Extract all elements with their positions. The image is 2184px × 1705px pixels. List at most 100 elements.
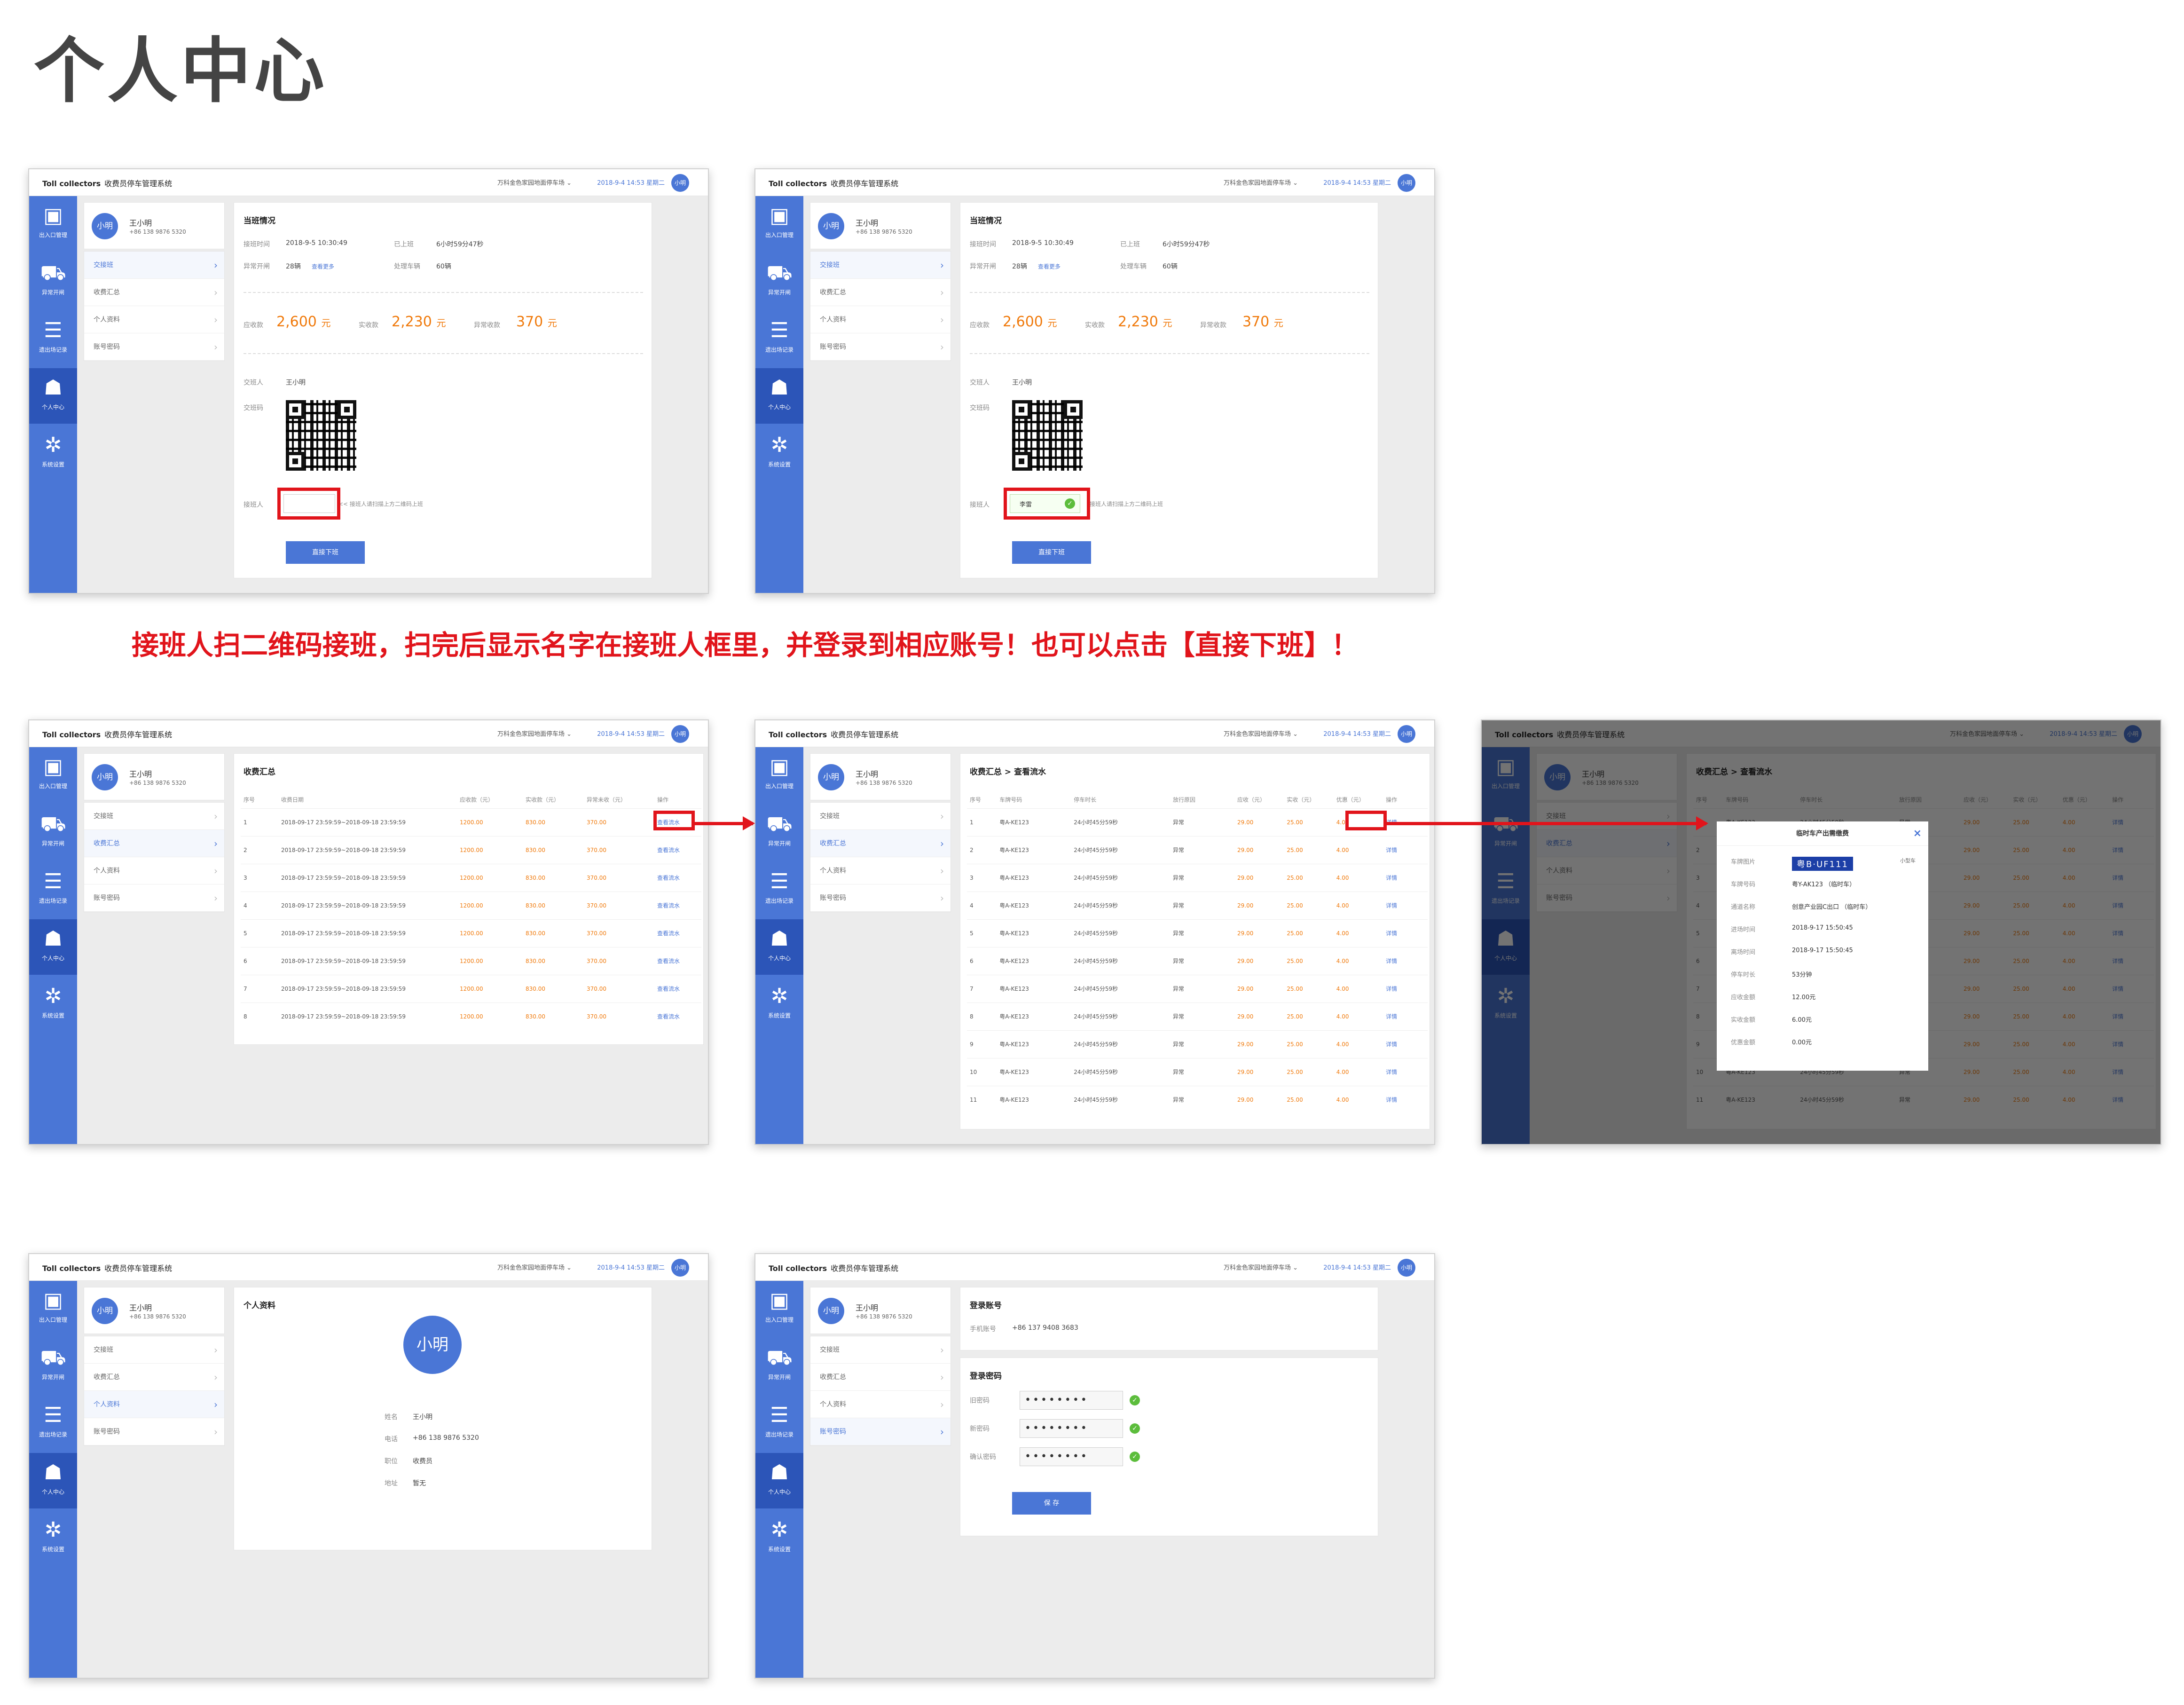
menu-item-3[interactable]: 账号密码› xyxy=(810,333,951,361)
menu-item-3[interactable]: 账号密码› xyxy=(84,884,224,912)
page-title: 个人中心 xyxy=(34,31,328,112)
offduty-button[interactable]: 直接下班 xyxy=(1012,541,1091,564)
view-more-link[interactable]: 查看更多 xyxy=(1038,262,1061,270)
menu-item-0[interactable]: 交接班› xyxy=(84,803,224,830)
menu-item-1[interactable]: 收费汇总› xyxy=(810,1364,951,1391)
detail-link[interactable]: 详情 xyxy=(1383,836,1428,864)
sidebar-item-4[interactable]: ✲ 系统设置 xyxy=(755,426,803,481)
menu-item-2[interactable]: 个人资料› xyxy=(810,306,951,333)
location-select[interactable]: 万科金色家园地面停车场 ⌄ xyxy=(1224,1263,1298,1271)
column-header: 应收款（元） xyxy=(460,797,494,804)
password-field[interactable]: •••••••• xyxy=(1020,1391,1123,1410)
sidebar-item-1[interactable]: ⛟ 异常开闸 xyxy=(755,1338,803,1394)
detail-link[interactable]: 详情 xyxy=(1383,974,1428,1002)
menu-item-3[interactable]: 账号密码› xyxy=(84,1418,224,1445)
location-select[interactable]: 万科金色家园地面停车场 ⌄ xyxy=(1224,729,1298,738)
view-flow-link[interactable]: 查看流水 xyxy=(654,919,701,947)
sidebar-item-2[interactable]: ☰ 遗出场记录 xyxy=(29,1396,77,1451)
menu-item-1[interactable]: 收费汇总› xyxy=(810,830,951,857)
detail-link[interactable]: 详情 xyxy=(1383,1030,1428,1058)
sidebar-item-3[interactable]: ☗ 个人中心 xyxy=(29,368,77,424)
column-header: 停车时长 xyxy=(1074,797,1097,804)
menu-item-1[interactable]: 收费汇总› xyxy=(84,1364,224,1391)
menu-item-3[interactable]: 账号密码› xyxy=(810,884,951,912)
avatar[interactable]: 小明 xyxy=(1398,725,1415,743)
menu-item-0[interactable]: 交接班› xyxy=(810,803,951,830)
sidebar-item-3[interactable]: ☗ 个人中心 xyxy=(29,1453,77,1508)
view-flow-link[interactable]: 查看流水 xyxy=(654,974,701,1002)
sidebar-item-1[interactable]: ⛟ 异常开闸 xyxy=(755,253,803,309)
sidebar-item-4[interactable]: ✲ 系统设置 xyxy=(755,977,803,1032)
plate-image: 粤B·UF111 xyxy=(1792,857,1853,871)
password-field[interactable]: •••••••• xyxy=(1020,1419,1123,1438)
close-icon[interactable]: × xyxy=(1913,821,1922,846)
menu-item-3[interactable]: 账号密码› xyxy=(84,333,224,361)
location-select[interactable]: 万科金色家园地面停车场 ⌄ xyxy=(497,1263,572,1271)
avatar[interactable]: 小明 xyxy=(1398,174,1415,192)
sidebar-item-0[interactable]: ▣ 出入口管理 xyxy=(29,1281,77,1336)
sidebar-item-4[interactable]: ✲ 系统设置 xyxy=(755,1510,803,1566)
sidebar-item-2[interactable]: ☰ 遗出场记录 xyxy=(29,862,77,917)
view-flow-link[interactable]: 查看流水 xyxy=(654,836,701,864)
sidebar-item-1[interactable]: ⛟ 异常开闸 xyxy=(29,1338,77,1394)
sidebar-item-2[interactable]: ☰ 遗出场记录 xyxy=(29,311,77,366)
avatar[interactable]: 小明 xyxy=(671,725,689,743)
view-flow-link[interactable]: 查看流水 xyxy=(654,891,701,919)
worked-time: 6小时59分47秒 xyxy=(436,241,484,248)
sidebar-item-0[interactable]: ▣ 出入口管理 xyxy=(755,1281,803,1336)
sidebar-item-0[interactable]: ▣ 出入口管理 xyxy=(29,196,77,252)
sidebar-item-1[interactable]: ⛟ 异常开闸 xyxy=(755,805,803,860)
sidebar-item-0[interactable]: ▣ 出入口管理 xyxy=(755,747,803,803)
menu-item-2[interactable]: 个人资料› xyxy=(84,306,224,333)
sidebar-item-3[interactable]: ☗ 个人中心 xyxy=(755,919,803,975)
password-field[interactable]: •••••••• xyxy=(1020,1447,1123,1466)
view-flow-link[interactable]: 查看流水 xyxy=(654,1002,701,1030)
sidebar-item-2[interactable]: ☰ 遗出场记录 xyxy=(755,862,803,917)
menu-item-1[interactable]: 收费汇总› xyxy=(84,830,224,857)
sidebar-item-4[interactable]: ✲ 系统设置 xyxy=(29,426,77,481)
detail-link[interactable]: 详情 xyxy=(1383,1058,1428,1086)
sidebar-item-4[interactable]: ✲ 系统设置 xyxy=(29,1510,77,1566)
menu-item-3[interactable]: 账号密码› xyxy=(810,1418,951,1445)
avatar[interactable]: 小明 xyxy=(671,1259,689,1277)
detail-link[interactable]: 详情 xyxy=(1383,1002,1428,1030)
avatar[interactable]: 小明 xyxy=(1398,1259,1415,1277)
offduty-button[interactable]: 直接下班 xyxy=(286,541,365,564)
sidebar-item-2[interactable]: ☰ 遗出场记录 xyxy=(755,311,803,366)
sidebar-item-1[interactable]: ⛟ 异常开闸 xyxy=(29,253,77,309)
menu-item-2[interactable]: 个人资料› xyxy=(810,1391,951,1418)
menu-item-1[interactable]: 收费汇总› xyxy=(84,279,224,306)
menu-item-2[interactable]: 个人资料› xyxy=(84,1391,224,1418)
view-more-link[interactable]: 查看更多 xyxy=(312,262,334,270)
sidebar-item-2[interactable]: ☰ 遗出场记录 xyxy=(755,1396,803,1451)
sidebar-item-3[interactable]: ☗ 个人中心 xyxy=(755,1453,803,1508)
avatar: 小明 xyxy=(818,764,844,790)
car-type-select[interactable]: 小型车 xyxy=(1900,857,1916,864)
detail-link[interactable]: 详情 xyxy=(1383,891,1428,919)
menu-item-1[interactable]: 收费汇总› xyxy=(810,279,951,306)
detail-link[interactable]: 详情 xyxy=(1383,1085,1428,1113)
menu-item-0[interactable]: 交接班› xyxy=(84,252,224,279)
sidebar-item-3[interactable]: ☗ 个人中心 xyxy=(755,368,803,424)
save-button[interactable]: 保 存 xyxy=(1012,1492,1091,1515)
view-flow-link[interactable]: 查看流水 xyxy=(654,947,701,975)
detail-link[interactable]: 详情 xyxy=(1383,947,1428,975)
menu-item-0[interactable]: 交接班› xyxy=(84,1336,224,1364)
menu-item-2[interactable]: 个人资料› xyxy=(810,857,951,884)
sidebar-item-4[interactable]: ✲ 系统设置 xyxy=(29,977,77,1032)
avatar[interactable]: 小明 xyxy=(671,174,689,192)
sidebar-item-0[interactable]: ▣ 出入口管理 xyxy=(29,747,77,803)
sidebar-item-0[interactable]: ▣ 出入口管理 xyxy=(755,196,803,252)
sidebar-item-3[interactable]: ☗ 个人中心 xyxy=(29,919,77,975)
sidebar-item-1[interactable]: ⛟ 异常开闸 xyxy=(29,805,77,860)
location-select[interactable]: 万科金色家园地面停车场 ⌄ xyxy=(497,729,572,738)
menu-item-2[interactable]: 个人资料› xyxy=(84,857,224,884)
location-select[interactable]: 万科金色家园地面停车场 ⌄ xyxy=(497,178,572,187)
view-flow-link[interactable]: 查看流水 xyxy=(654,863,701,892)
detail-link[interactable]: 详情 xyxy=(1383,863,1428,892)
detail-link[interactable]: 详情 xyxy=(1383,919,1428,947)
menu-item-0[interactable]: 交接班› xyxy=(810,1336,951,1364)
unpaid-amount: 370 元 xyxy=(1242,314,1283,330)
location-select[interactable]: 万科金色家园地面停车场 ⌄ xyxy=(1224,178,1298,187)
menu-item-0[interactable]: 交接班› xyxy=(810,252,951,279)
